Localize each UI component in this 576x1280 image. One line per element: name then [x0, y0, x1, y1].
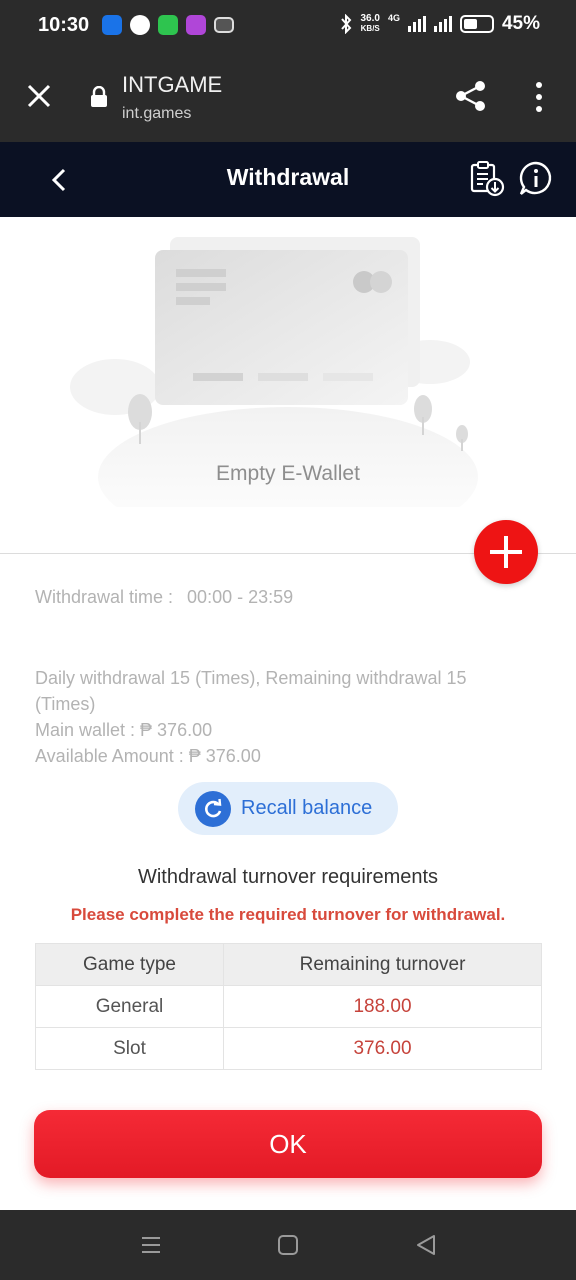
- signal-icon-2: [433, 16, 452, 32]
- turnover-warning: Please complete the required turnover fo…: [70, 905, 506, 924]
- net-speed-unit: KB/S: [360, 24, 380, 33]
- refresh-icon: [195, 790, 231, 827]
- net-speed-value: 36.0: [360, 13, 380, 24]
- sync-app-icon: [130, 15, 150, 35]
- signal-icon: [407, 16, 426, 32]
- status-time: 10:30: [38, 14, 90, 36]
- network-type: 4G: [387, 13, 400, 23]
- remaining-turnover-cell: 376.00: [223, 1027, 542, 1070]
- withdrawal-limits: Daily withdrawal 15 (Times), Remaining w…: [35, 665, 515, 769]
- net-speed: 36.0 KB/S: [360, 14, 379, 34]
- table-row: Slot 376.00: [35, 1027, 542, 1070]
- battery-icon: [459, 15, 494, 33]
- recent-apps-icon[interactable]: [140, 1234, 162, 1256]
- battery-percent: 45%: [501, 13, 540, 34]
- column-header-game-type: Game type: [35, 943, 224, 986]
- remaining-turnover-cell: 188.00: [223, 985, 542, 1028]
- site-title: INTGAME: [122, 72, 223, 97]
- lock-icon: [91, 86, 107, 107]
- android-app-icon: [102, 15, 122, 35]
- main-wallet-balance: Main wallet : ₱ 376.00: [35, 720, 213, 740]
- turnover-table: Game type Remaining turnover General 188…: [35, 943, 542, 1070]
- status-bar: 10:30 36.0 KB/S 4G 45%: [0, 0, 576, 52]
- withdrawal-time-value: 00:00 - 23:59: [187, 587, 294, 607]
- recall-balance-button[interactable]: Recall balance: [178, 782, 398, 835]
- share-icon[interactable]: [455, 80, 487, 112]
- bluetooth-icon: [341, 14, 352, 34]
- ok-button[interactable]: OK: [34, 1110, 542, 1178]
- withdrawal-time: Withdrawal time : 00:00 - 23:59: [35, 587, 293, 608]
- table-row: General 188.00: [35, 985, 542, 1028]
- radio-app-icon: [214, 17, 234, 33]
- turnover-title: Withdrawal turnover requirements: [137, 866, 439, 888]
- column-header-remaining-turnover: Remaining turnover: [223, 943, 542, 986]
- daily-withdrawal-text: Daily withdrawal 15 (Times), Remaining w…: [35, 668, 467, 714]
- back-nav-icon[interactable]: [415, 1234, 437, 1256]
- empty-wallet-area: Empty E-Wallet: [0, 217, 576, 555]
- table-header-row: Game type Remaining turnover: [35, 943, 542, 986]
- app-header: Withdrawal: [0, 142, 576, 217]
- browser-bar: INTGAME int.games: [0, 52, 576, 142]
- add-wallet-button[interactable]: [474, 520, 538, 584]
- withdrawal-time-label: Withdrawal time :: [35, 587, 174, 607]
- system-nav-bar: [0, 1210, 576, 1280]
- chat-app-icon: [158, 15, 178, 35]
- available-amount: Available Amount : ₱ 376.00: [35, 746, 261, 766]
- info-icon[interactable]: [517, 160, 555, 198]
- game-type-cell: Slot: [35, 1027, 224, 1070]
- game-app-icon: [186, 15, 206, 35]
- game-type-cell: General: [35, 985, 224, 1028]
- more-options-icon[interactable]: [532, 82, 546, 112]
- empty-wallet-label: Empty E-Wallet: [216, 462, 360, 485]
- notification-icons: [102, 15, 234, 35]
- close-icon[interactable]: [26, 83, 52, 109]
- withdrawal-records-icon[interactable]: [468, 160, 506, 198]
- home-icon[interactable]: [277, 1234, 299, 1256]
- recall-balance-label: Recall balance: [241, 797, 373, 819]
- site-url: int.games: [122, 105, 192, 122]
